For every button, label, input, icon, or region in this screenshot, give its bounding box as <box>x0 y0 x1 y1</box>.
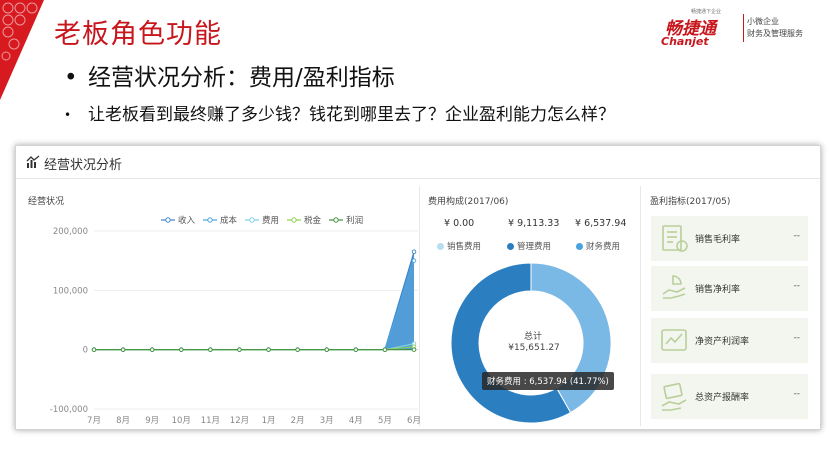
profit-card-net-margin[interactable]: 销售净利率 -- <box>651 266 808 311</box>
logo-separator <box>743 14 744 42</box>
section-profit-label: 盈利指标(2017/05) <box>650 197 731 207</box>
profit-card-value: -- <box>793 333 801 343</box>
legend-label: 管理费用 <box>517 242 552 252</box>
x-tick-label: 1月 <box>262 416 276 426</box>
panel-header: 经营状况分析 <box>16 146 820 179</box>
profit-card-value: -- <box>793 231 801 241</box>
chanjet-logo: 畅捷通下企业 畅捷通 Chanjet 小微企业 财务及管理服务 <box>661 8 811 48</box>
x-tick-label: 10月 <box>172 416 191 426</box>
series-area <box>94 260 414 350</box>
data-point[interactable] <box>324 347 329 352</box>
data-point[interactable] <box>120 347 126 352</box>
logo-sub: Chanjet <box>661 35 709 48</box>
legend-dot <box>507 242 514 250</box>
data-point[interactable] <box>295 347 300 352</box>
x-tick-label: 6月 <box>407 416 421 426</box>
series-area <box>94 251 414 350</box>
slide: 老板角色功能 畅捷通下企业 畅捷通 Chanjet 小微企业 财务及管理服务 •… <box>0 0 829 454</box>
y-tick-label: -100,000 <box>50 405 88 415</box>
x-tick-label: 7月 <box>87 416 101 426</box>
data-point[interactable] <box>266 347 271 352</box>
profit-card-value: -- <box>793 389 801 399</box>
legend-label: 销售费用 <box>447 242 482 252</box>
data-point[interactable] <box>382 347 388 352</box>
data-point[interactable] <box>411 347 417 352</box>
profit-card-roa[interactable]: 总资产报酬率 -- <box>651 374 808 419</box>
legend-dot <box>437 242 444 250</box>
profit-card-value: -- <box>793 281 801 291</box>
y-tick-label: 0 <box>83 346 88 356</box>
bullet-main: • 经营状况分析：费用/盈利指标 <box>64 58 395 92</box>
panel-title: 经营状况分析 <box>44 158 123 173</box>
profit-card-label: 销售净利率 <box>695 285 741 295</box>
x-tick-label: 12月 <box>230 416 249 426</box>
chart-icon <box>661 329 687 351</box>
divider <box>640 186 641 426</box>
donut-center-value: ¥15,651.27 <box>508 343 560 353</box>
data-point[interactable] <box>411 249 417 255</box>
section-business-label: 经营状况 <box>28 197 65 207</box>
donut-center-label: 总计 <box>523 332 542 342</box>
series-line <box>94 251 415 351</box>
data-point[interactable] <box>179 347 184 352</box>
data-point[interactable] <box>149 347 155 352</box>
dashboard-panel: 经营状况分析 经营状况 费用构成(2017/06) 盈利指标(2017/05) … <box>15 145 821 430</box>
pie-hand-icon <box>662 275 686 299</box>
bullet-main-text: 经营状况分析：费用/盈利指标 <box>88 65 395 91</box>
series-line <box>94 260 415 351</box>
fee-finance-amount: ¥ 6,537.94 <box>575 218 627 229</box>
legend-admin-fee[interactable]: 管理费用 <box>507 240 551 252</box>
profit-card-gross-margin[interactable]: 销售毛利率 -- <box>651 216 808 261</box>
data-point[interactable] <box>411 258 417 263</box>
profit-card-label: 总资产报酬率 <box>695 393 750 403</box>
data-point[interactable] <box>91 347 97 352</box>
legend-sales-fee[interactable]: 销售费用 <box>437 240 481 252</box>
money-hand-icon <box>661 382 687 411</box>
series-line <box>94 343 415 351</box>
fee-admin-amount: ¥ 9,113.33 <box>508 218 560 229</box>
y-tick-label: 200,000 <box>53 227 88 237</box>
fee-sales-amount: ¥ 0.00 <box>444 218 475 229</box>
bill-icon <box>662 225 688 252</box>
donut-tooltip: 财务费用 : 6,537.94 (41.77%) <box>482 372 614 390</box>
data-point[interactable] <box>208 347 213 352</box>
x-tick-label: 5月 <box>378 416 392 426</box>
bullet-dot: • <box>64 108 72 122</box>
x-tick-label: 3月 <box>320 416 334 426</box>
bar-chart-icon <box>26 155 40 168</box>
x-tick-label: 11月 <box>201 416 220 426</box>
profit-card-roe[interactable]: 净资产利润率 -- <box>651 318 808 363</box>
profit-card-label: 净资产利润率 <box>695 337 750 347</box>
logo-tagline-1: 小微企业 <box>747 17 779 26</box>
bullet-sub-text: 让老板看到最终赚了多少钱？钱花到哪里去了？企业盈利能力怎么样？ <box>88 105 615 125</box>
x-tick-label: 4月 <box>349 416 363 426</box>
section-fees-label: 费用构成(2017/06) <box>428 197 509 207</box>
data-point[interactable] <box>353 347 359 352</box>
data-point[interactable] <box>237 347 242 352</box>
business-line-chart: 200,000 100,000 0 -100,0007月 8月 9月 10月 11月 12月 1月… <box>50 227 421 426</box>
profit-card-label: 销售毛利率 <box>695 235 741 245</box>
logo-tagline-2: 财务及管理服务 <box>747 29 803 38</box>
legend-dot <box>576 242 583 250</box>
x-tick-label: 2月 <box>291 416 305 426</box>
bullet-dot: • <box>64 65 78 91</box>
x-tick-label: 9月 <box>145 416 159 426</box>
bullet-sub: • 让老板看到最终赚了多少钱？钱花到哪里去了？企业盈利能力怎么样？ <box>64 100 615 125</box>
x-tick-label: 8月 <box>116 416 130 426</box>
page-title: 老板角色功能 <box>54 19 222 50</box>
legend-finance-fee[interactable]: 财务费用 <box>576 240 620 252</box>
legend-label: 财务费用 <box>586 242 621 252</box>
y-tick-label: 100,000 <box>53 286 88 296</box>
corner-pattern-icon <box>0 0 44 100</box>
